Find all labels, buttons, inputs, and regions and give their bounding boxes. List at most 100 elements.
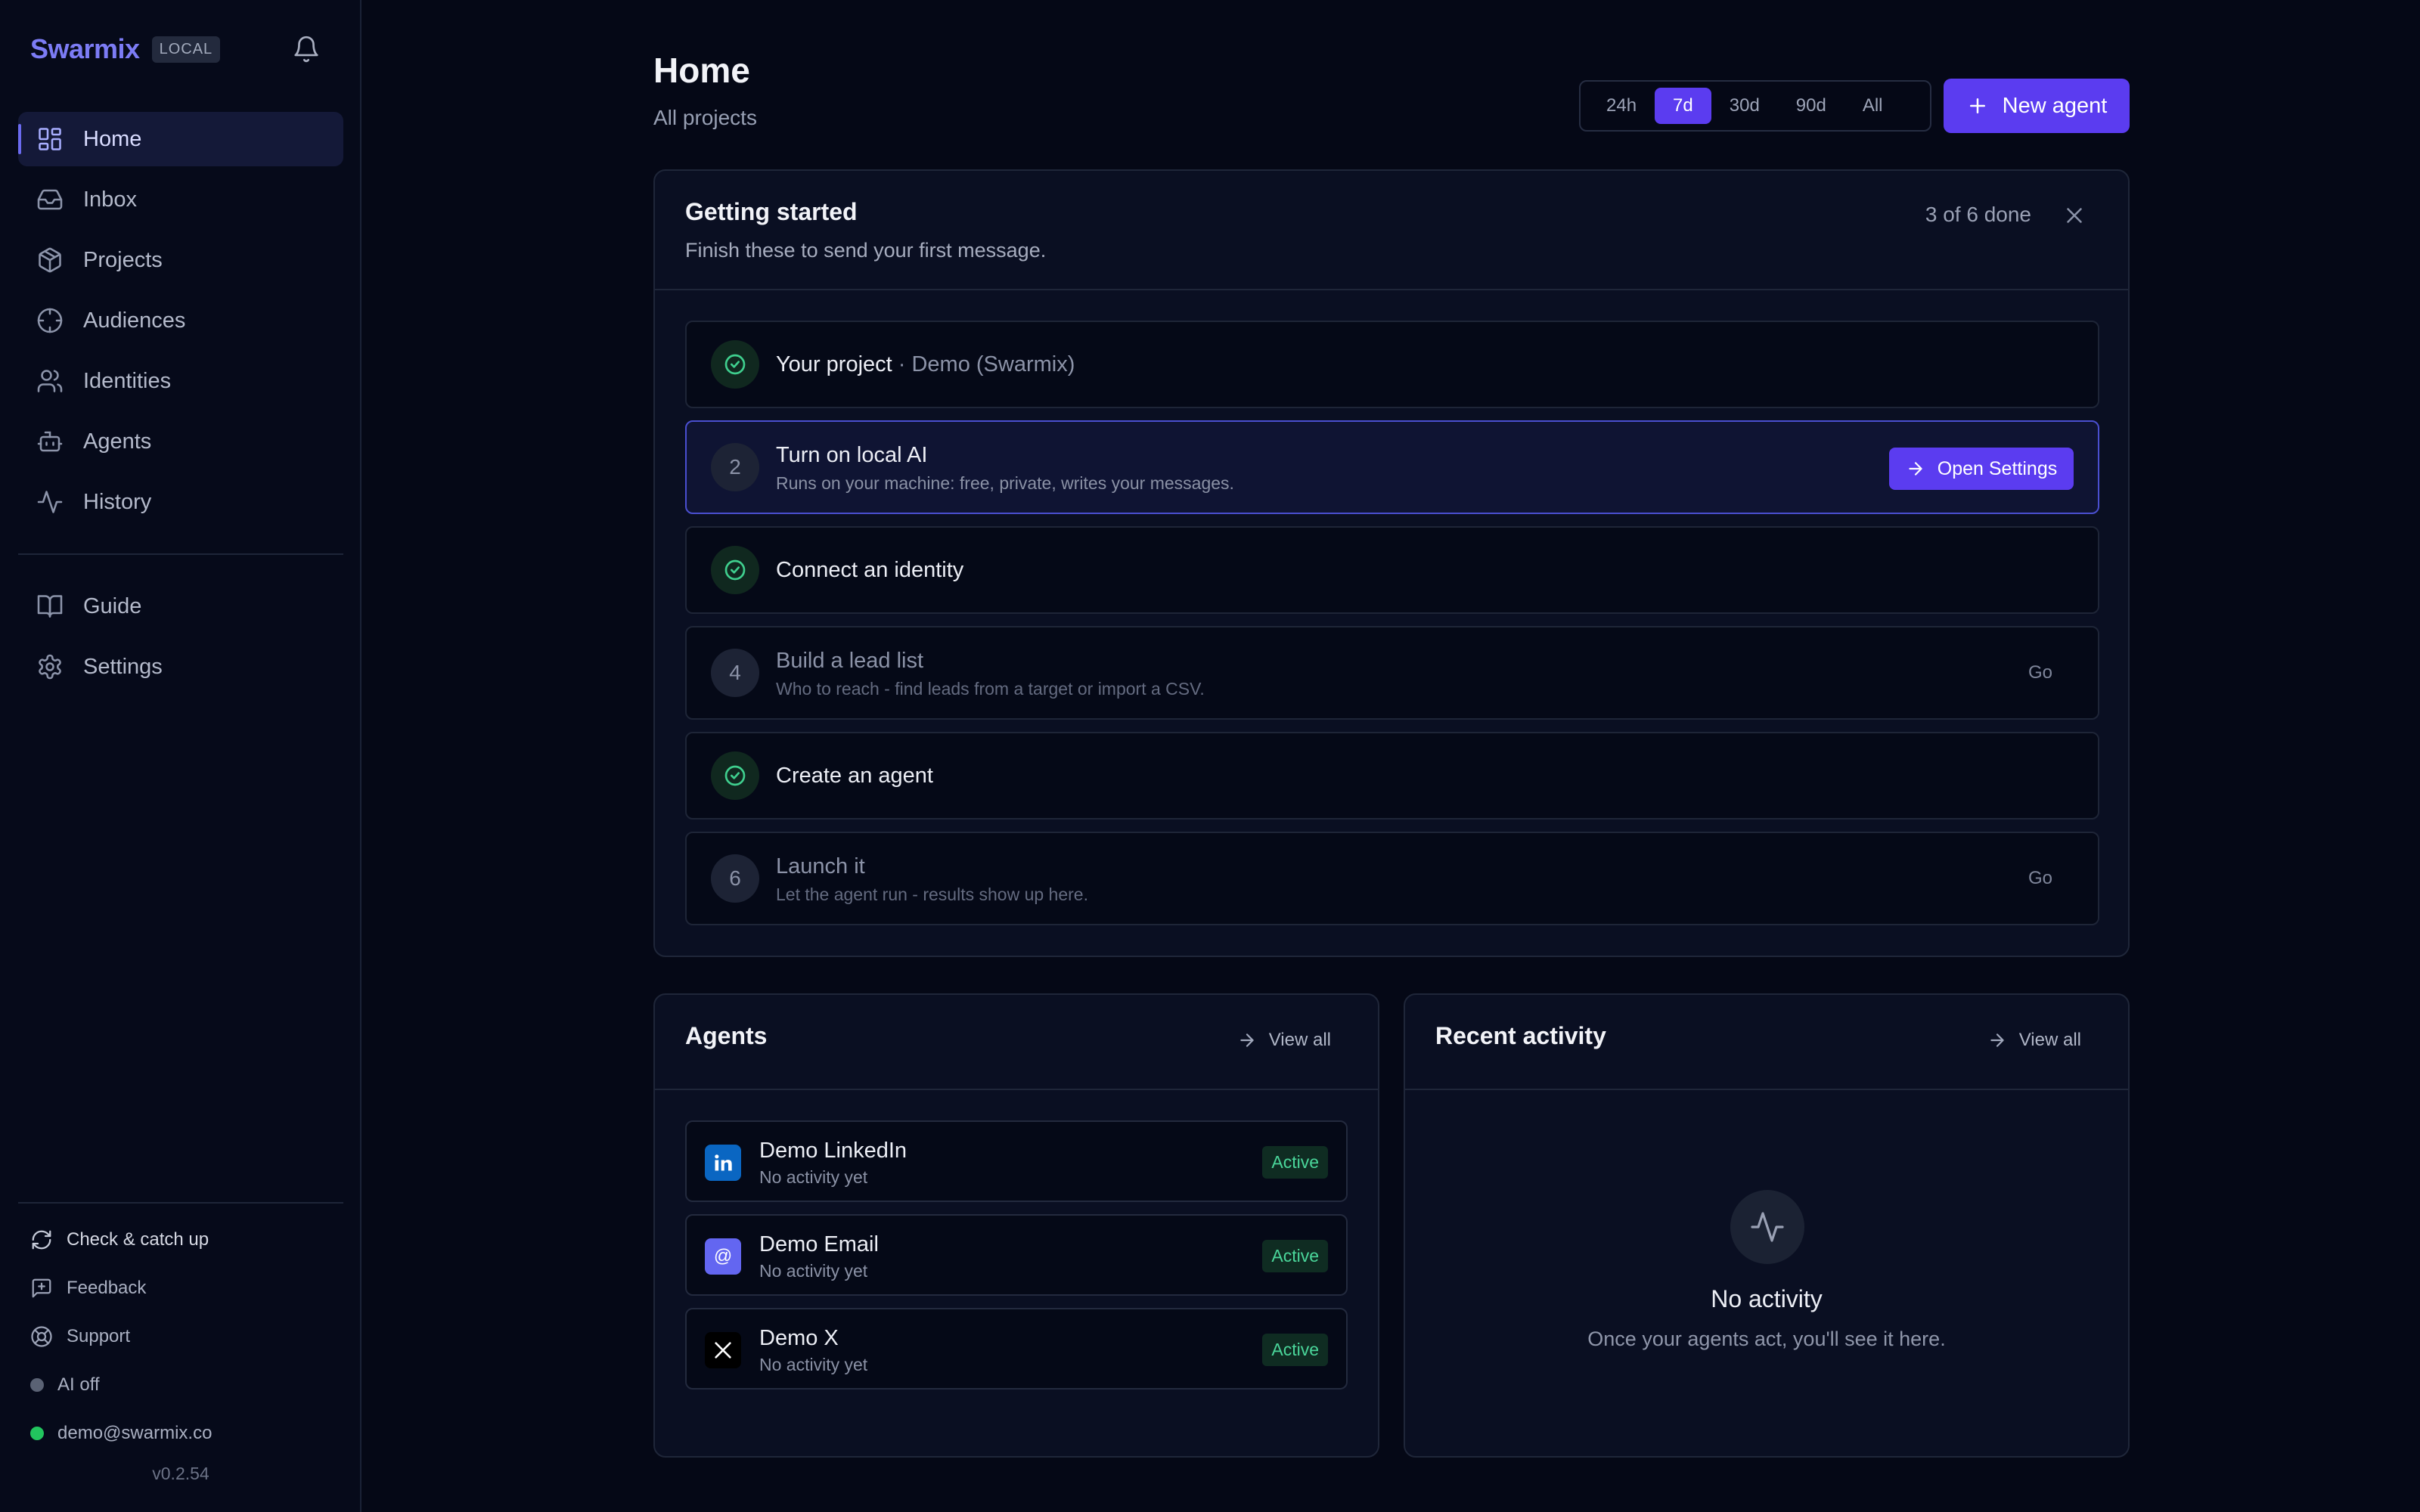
range-90d[interactable]: 90d [1778,88,1844,124]
step-your-project[interactable]: Your project · Demo (Swarmix) [685,321,2099,408]
nav-item-projects[interactable]: Projects [18,233,343,287]
inbox-icon [36,186,64,213]
new-agent-label: New agent [2002,93,2108,118]
home-grid-icon [36,125,64,153]
time-range-selector: 24h 7d 30d 90d All [1579,80,1931,132]
account-email: demo@swarmix.co [57,1423,213,1443]
crosshair-icon [36,307,64,334]
agents-title: Agents [685,1022,768,1049]
account-menu[interactable]: demo@swarmix.co [30,1418,212,1448]
primary-nav: Home Inbox Projects Audiences Identities… [18,112,343,535]
step-launch[interactable]: 6 Launch it Let the agent run - results … [685,832,2099,925]
agent-row-x[interactable]: Demo X No activity yet Active [685,1308,1348,1390]
arrow-right-icon [1237,1030,1257,1050]
recent-activity-card: Recent activity View all No activity Onc… [1404,993,2130,1458]
plus-icon [1966,94,1989,117]
range-7d[interactable]: 7d [1655,88,1711,124]
sidebar-divider [18,553,343,555]
step-turn-on-local-ai[interactable]: 2 Turn on local AI Runs on your machine:… [685,420,2099,514]
step-title: Turn on local AI [776,443,928,467]
empty-state-message: Once your agents act, you'll see it here… [1587,1328,1946,1350]
message-plus-icon [30,1277,53,1300]
activity-icon [36,488,64,516]
step-connect-identity[interactable]: Connect an identity [685,526,2099,614]
bot-icon [36,428,64,455]
box-icon [36,246,64,274]
step-title: Build a lead list [776,649,924,673]
go-button[interactable]: Go [2028,662,2052,683]
ai-status-label: AI off [57,1374,100,1395]
app-logo[interactable]: Swarmix [30,33,140,65]
arrow-right-icon [1906,459,1925,479]
check-catch-up-button[interactable]: Check & catch up [30,1225,209,1255]
nav-item-inbox[interactable]: Inbox [18,172,343,227]
close-icon[interactable] [2062,203,2087,228]
nav-item-identities[interactable]: Identities [18,354,343,408]
book-icon [36,593,64,620]
secondary-nav: Guide Settings [18,579,343,700]
activity-pulse-icon [1730,1190,1804,1264]
agent-row-email[interactable]: @ Demo Email No activity yet Active [685,1214,1348,1296]
range-24h[interactable]: 24h [1588,88,1655,124]
agent-activity: No activity yet [759,1261,868,1281]
nav-label: Settings [83,654,163,679]
step-description: Runs on your machine: free, private, wri… [776,473,1234,493]
getting-started-card: Getting started Finish these to send you… [653,169,2130,957]
agent-activity: No activity yet [759,1167,868,1187]
step-title: Create an agent [776,764,933,788]
card-divider [655,289,2128,290]
nav-item-settings[interactable]: Settings [18,640,343,694]
account-online-dot [30,1427,44,1440]
x-logo-icon [705,1332,741,1368]
agent-name: Demo X [759,1326,839,1350]
agent-name: Demo LinkedIn [759,1139,908,1163]
agent-name: Demo Email [759,1232,879,1256]
nav-item-home[interactable]: Home [18,112,343,166]
sidebar: Swarmix LOCAL Home Inbox Projects Audien… [0,0,361,1512]
step-build-lead-list[interactable]: 4 Build a lead list Who to reach - find … [685,626,2099,720]
refresh-icon [30,1228,53,1251]
nav-item-agents[interactable]: Agents [18,414,343,469]
arrow-right-icon [1987,1030,2007,1050]
support-label: Support [67,1326,131,1346]
step-description: Let the agent run - results show up here… [776,885,1088,904]
nav-label: Agents [83,429,152,454]
view-all-label: View all [1268,1030,1331,1050]
open-settings-button[interactable]: Open Settings [1889,448,2074,490]
progress-count: 3 of 6 done [1925,203,2031,226]
step-number: 2 [711,443,759,491]
check-circle-icon [711,751,759,800]
agent-row-linkedin[interactable]: Demo LinkedIn No activity yet Active [685,1120,1348,1202]
bell-icon[interactable] [289,32,324,67]
local-mode-badge: LOCAL [151,36,221,63]
new-agent-button[interactable]: New agent [1944,79,2130,133]
agents-view-all-link[interactable]: View all [1237,1030,1331,1051]
ai-status[interactable]: AI off [30,1370,100,1400]
nav-label: Identities [83,368,172,393]
step-description: Who to reach - find leads from a target … [776,679,1205,699]
go-button[interactable]: Go [2028,868,2052,889]
recent-activity-title: Recent activity [1435,1022,1606,1049]
sidebar-footer-divider [18,1202,343,1204]
feedback-label: Feedback [67,1278,147,1298]
agent-activity: No activity yet [759,1355,868,1374]
card-divider [1405,1089,2128,1090]
step-create-agent[interactable]: Create an agent [685,732,2099,820]
feedback-button[interactable]: Feedback [30,1273,146,1303]
range-30d[interactable]: 30d [1711,88,1778,124]
activity-view-all-link[interactable]: View all [1987,1030,2081,1051]
step-number: 6 [711,854,759,903]
support-button[interactable]: Support [30,1321,130,1352]
step-number: 4 [711,649,759,697]
step-title: Launch it [776,854,865,878]
check-circle-icon [711,340,759,389]
brand: Swarmix LOCAL [30,32,221,67]
project-scope[interactable]: All projects [653,106,757,130]
empty-state-title: No activity [1711,1285,1823,1312]
linkedin-icon [705,1145,741,1181]
nav-item-history[interactable]: History [18,475,343,529]
nav-item-guide[interactable]: Guide [18,579,343,634]
range-all[interactable]: All [1844,88,1901,124]
open-settings-label: Open Settings [1937,457,2058,479]
nav-item-audiences[interactable]: Audiences [18,293,343,348]
